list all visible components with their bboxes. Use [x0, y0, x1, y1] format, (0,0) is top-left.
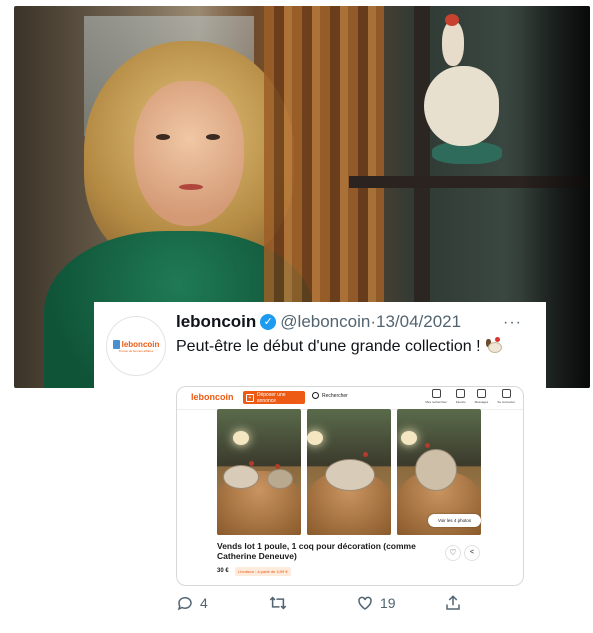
reply-count: 4 — [200, 595, 208, 611]
lbc-header: leboncoin + Déposer une annonce Recherch… — [177, 387, 523, 410]
lbc-logo: leboncoin — [191, 392, 234, 402]
hen-statue — [424, 66, 499, 146]
lbc-header-actions: Mes recherches Favoris Messages Se conne… — [425, 389, 515, 404]
ad-title: Vends lot 1 poule, 1 coq pour décoration… — [217, 541, 416, 561]
lbc-login: Se connecter — [497, 389, 515, 404]
share-button[interactable] — [444, 594, 462, 612]
bell-icon — [431, 389, 441, 398]
share-icon — [444, 594, 462, 612]
lbc-favorites: Favoris — [456, 389, 466, 404]
hen-statue-comb — [445, 14, 459, 26]
lbc-deposit-label: Déposer une annonce — [256, 391, 286, 404]
reply-button[interactable]: 4 — [176, 594, 208, 612]
verified-badge-icon: ✓ — [260, 314, 277, 330]
message-icon — [476, 389, 486, 398]
lbc-search: Rechercher — [312, 392, 348, 399]
tweet-header: leboncoin ✓ @leboncoin · 13/04/2021 — [176, 312, 461, 332]
plus-icon: + — [246, 393, 254, 402]
avatar-logo-text: leboncoin — [121, 339, 160, 349]
ad-delivery-badge: Livraison : à partir de 4,99 € — [235, 567, 291, 576]
tweet-date[interactable]: 13/04/2021 — [376, 312, 461, 332]
woman-face — [134, 81, 244, 226]
heart-icon — [456, 389, 466, 398]
avatar[interactable]: leboncoin Trouvé de bonnes affaires — [106, 316, 166, 376]
avatar-logo-mark — [112, 339, 120, 349]
avatar-logo-subtitle: Trouvé de bonnes affaires — [118, 348, 154, 353]
avatar-logo: leboncoin Trouvé de bonnes affaires — [112, 339, 160, 353]
like-icon — [356, 594, 374, 612]
tweet-card: leboncoin Trouvé de bonnes affaires lebo… — [94, 302, 546, 620]
search-icon — [312, 392, 319, 399]
reply-icon — [176, 594, 194, 612]
lbc-deposit-button: + Déposer une annonce — [243, 391, 305, 404]
ad-price: 30 € — [217, 568, 229, 574]
retweet-icon — [268, 594, 288, 612]
lbc-saved-searches: Mes recherches — [425, 389, 447, 404]
tweet-text-body: Peut-être le début d'une grande collecti… — [176, 338, 481, 355]
heart-icon: ♡ — [445, 545, 461, 561]
lbc-messages: Messages — [475, 389, 488, 404]
hen-statue-head — [442, 21, 464, 66]
tweet-text: Peut-être le début d'une grande collecti… — [176, 336, 516, 358]
handle[interactable]: @leboncoin — [280, 312, 370, 332]
tweet-media-image[interactable]: leboncoin + Déposer une annonce Recherch… — [176, 386, 524, 586]
left-eye — [156, 134, 170, 140]
right-eye — [206, 134, 220, 140]
user-icon — [501, 389, 511, 398]
share-arrow-icon: < — [464, 545, 480, 561]
tweet-actions: 4 19 — [176, 594, 476, 616]
see-photos-button: Voir les 4 photos — [428, 514, 481, 527]
more-icon[interactable]: ··· — [503, 314, 522, 332]
ad-photo-1 — [217, 409, 301, 535]
display-name[interactable]: leboncoin — [176, 312, 256, 332]
lbc-search-label: Rechercher — [322, 392, 348, 399]
mouth — [179, 184, 203, 190]
like-count: 19 — [380, 595, 396, 611]
ad-photo-2 — [307, 409, 391, 535]
like-button[interactable]: 19 — [356, 594, 396, 612]
rooster-emoji — [485, 336, 503, 354]
ad-photo-gallery: Voir les 4 photos — [217, 409, 483, 535]
retweet-button[interactable] — [268, 594, 288, 612]
